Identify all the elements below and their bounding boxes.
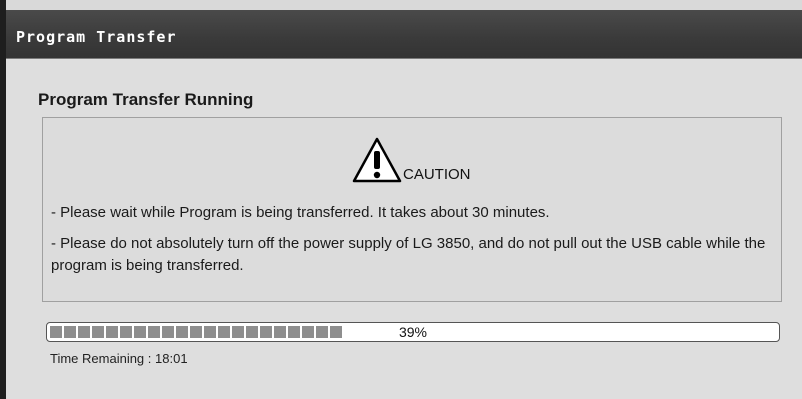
dialog-heading: Program Transfer Running <box>38 90 254 109</box>
caution-panel: CAUTION - Please wait while Program is b… <box>42 117 782 302</box>
time-remaining-label: Time Remaining : <box>50 351 152 366</box>
caution-label: CAUTION <box>403 166 471 183</box>
dialog-body: Program Transfer Running CAUTION - Pleas… <box>6 59 802 399</box>
title-bar[interactable]: Program Transfer <box>6 10 802 59</box>
caution-message-wait: - Please wait while Program is being tra… <box>51 204 550 221</box>
progress-percent: 39% <box>398 324 428 340</box>
warning-triangle-icon <box>352 137 402 183</box>
caution-header: CAUTION <box>352 137 552 187</box>
caution-message-power: - Please do not absolutely turn off the … <box>51 235 766 274</box>
program-transfer-window: Program Transfer Program Transfer Runnin… <box>6 0 802 399</box>
time-remaining: Time Remaining : 18:01 <box>50 351 188 366</box>
time-remaining-value: 18:01 <box>155 351 188 366</box>
transfer-progress-bar: 39% <box>46 322 780 342</box>
window-title: Program Transfer <box>16 28 177 46</box>
